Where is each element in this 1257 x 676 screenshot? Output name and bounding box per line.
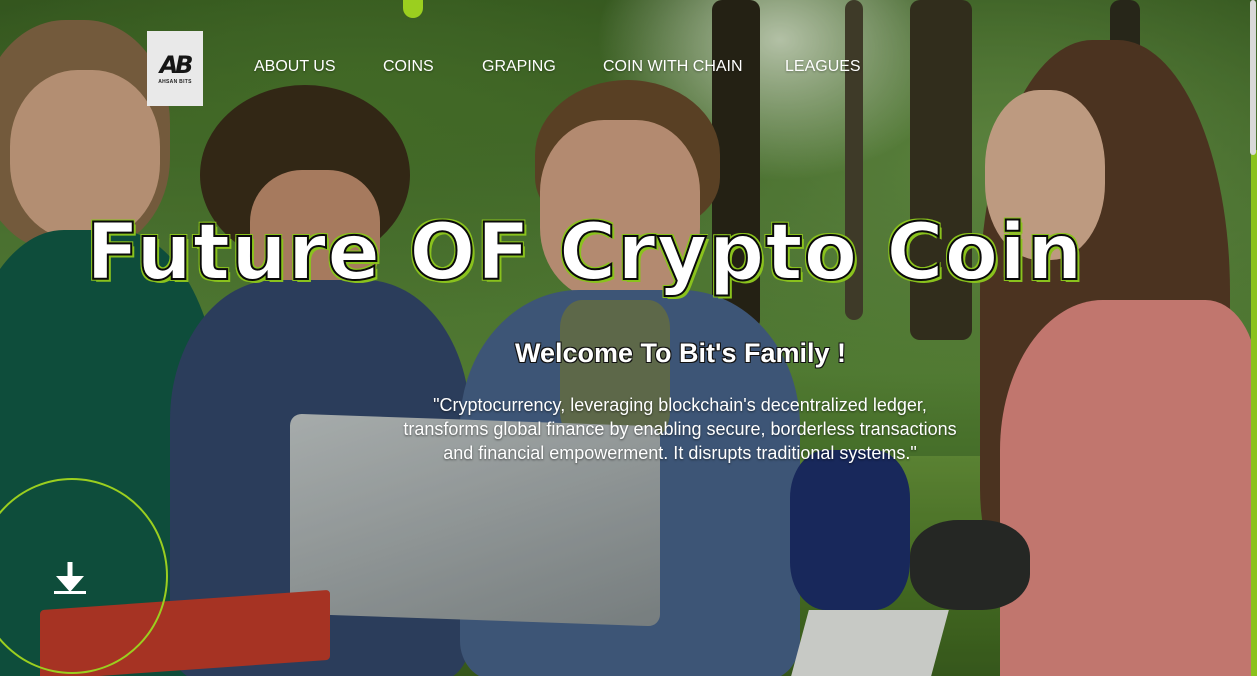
hero-quote: "Cryptocurrency, leveraging blockchain's… xyxy=(403,395,957,463)
nav-link-coin-with-chain[interactable]: COIN WITH CHAIN xyxy=(603,58,743,76)
hero-subtitle: Welcome To Bit's Family ! xyxy=(515,338,846,368)
hero-title: Future OF Crypto Coin xyxy=(85,207,1084,299)
scroll-down-button[interactable] xyxy=(50,558,90,598)
nav-link-graping[interactable]: GRAPING xyxy=(482,58,556,76)
landing-page: AB AHSAN BITS ABOUT US COINS GRAPING COI… xyxy=(0,0,1257,676)
right-accent-bar xyxy=(1251,150,1257,676)
nav-link-leagues[interactable]: LEAGUES xyxy=(785,58,861,76)
arrow-down-icon xyxy=(54,562,86,594)
nav-link-coins[interactable]: COINS xyxy=(383,58,434,76)
main-nav: ABOUT US COINS GRAPING COIN WITH CHAIN L… xyxy=(0,58,1257,78)
logo-text: AHSAN BITS xyxy=(158,78,192,85)
scrollbar-thumb[interactable] xyxy=(1250,0,1256,155)
nav-link-about-us[interactable]: ABOUT US xyxy=(254,58,336,76)
